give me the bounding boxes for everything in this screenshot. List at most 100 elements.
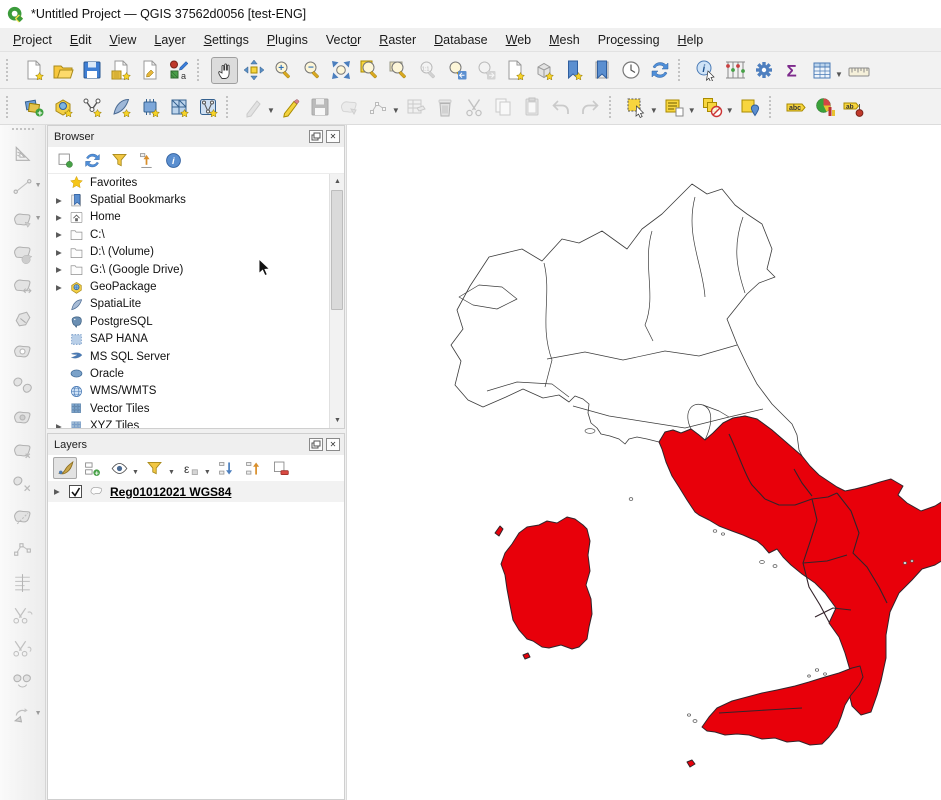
browser-scrollbar[interactable]: ▲ ▼ — [329, 174, 344, 428]
rotate-feature-button[interactable] — [8, 238, 38, 267]
zoom-next-button[interactable] — [472, 57, 499, 84]
new-scratch-layer-button[interactable] — [136, 93, 163, 120]
refresh-map-button[interactable] — [646, 57, 673, 84]
open-attribute-table-button[interactable] — [808, 57, 835, 84]
zoom-to-layer-button[interactable] — [385, 57, 412, 84]
filter-browser-button[interactable] — [107, 149, 131, 171]
add-part-button[interactable] — [8, 370, 38, 399]
paste-features-button[interactable] — [519, 93, 546, 120]
menu-database[interactable]: Database — [425, 30, 497, 50]
simplify-feature-button[interactable] — [8, 304, 38, 333]
split-features-button[interactable] — [8, 601, 38, 630]
measure-segment-button[interactable]: ▼ — [8, 172, 38, 201]
browser-item-spatialite[interactable]: SpatiaLite — [48, 296, 344, 313]
show-spatial-bookmarks-button[interactable] — [588, 57, 615, 84]
expand-arrow-icon[interactable]: ▶ — [56, 196, 69, 205]
data-source-manager-button[interactable]: + — [20, 93, 47, 120]
collapse-all-layers-button[interactable] — [242, 457, 266, 479]
select-features-by-value-button[interactable] — [661, 93, 688, 120]
deselect-features-dropdown-icon[interactable]: ▼ — [726, 106, 734, 115]
open-project-button[interactable] — [49, 57, 76, 84]
zoom-out-button[interactable]: − — [298, 57, 325, 84]
toolbar-drag-handle[interactable] — [12, 128, 34, 135]
menu-view[interactable]: View — [100, 30, 145, 50]
vertex-tool-button[interactable] — [365, 93, 392, 120]
menu-layer[interactable]: Layer — [145, 30, 194, 50]
browser-item-wms-wmts[interactable]: WMS/WMTS — [48, 383, 344, 400]
toggle-editing-button[interactable] — [278, 93, 305, 120]
copy-features-button[interactable] — [490, 93, 517, 120]
select-features-by-location-button[interactable] — [737, 93, 764, 120]
close-panel-icon[interactable]: ✕ — [326, 130, 340, 143]
toolbar-drag-handle[interactable] — [197, 59, 204, 81]
expand-arrow-icon[interactable]: ▶ — [56, 213, 69, 222]
merge-features-button[interactable] — [8, 667, 38, 696]
measure-segment-dropdown-icon[interactable]: ▼ — [35, 182, 42, 189]
zoom-to-selection-button[interactable] — [356, 57, 383, 84]
browser-item-d-volume[interactable]: ▶D:\ (Volume) — [48, 244, 344, 261]
expand-all-button[interactable] — [215, 457, 239, 479]
remove-layer-button[interactable] — [269, 457, 293, 479]
new-spatialite-layer-button[interactable] — [107, 93, 134, 120]
trim-extend-button[interactable] — [8, 568, 38, 597]
scroll-down-icon[interactable]: ▼ — [330, 413, 344, 428]
new-map-view-button[interactable] — [501, 57, 528, 84]
new-shapefile-layer-button[interactable] — [78, 93, 105, 120]
zoom-native-button[interactable]: 1:1 — [414, 57, 441, 84]
vertex-tool-alt-button[interactable] — [8, 535, 38, 564]
offset-feature-button[interactable] — [8, 271, 38, 300]
new-project-button[interactable] — [20, 57, 47, 84]
menu-web[interactable]: Web — [497, 30, 540, 50]
add-selected-layers-button[interactable] — [53, 149, 77, 171]
expand-arrow-icon[interactable]: ▶ — [56, 422, 69, 428]
menu-processing[interactable]: Processing — [589, 30, 669, 50]
pinned-labels-button[interactable]: ab — [841, 93, 868, 120]
statistical-summary-button[interactable]: Σ — [779, 57, 806, 84]
expand-arrow-icon[interactable]: ▶ — [56, 265, 69, 274]
multiedit-attributes-button[interactable] — [403, 93, 430, 120]
menu-edit[interactable]: Edit — [61, 30, 101, 50]
open-layer-styling-button[interactable] — [53, 457, 77, 479]
browser-item-ms-sql-server[interactable]: MS SQL Server — [48, 348, 344, 365]
zoom-in-button[interactable]: + — [269, 57, 296, 84]
browser-item-c[interactable]: ▶C:\ — [48, 226, 344, 243]
collapse-all-button[interactable] — [134, 149, 158, 171]
new-3d-map-view-button[interactable] — [530, 57, 557, 84]
rotate-symbols-dropdown-icon[interactable]: ▼ — [35, 710, 42, 717]
fill-ring-button[interactable] — [8, 403, 38, 432]
layer-row[interactable]: ▶Reg01012021 WGS84 — [48, 481, 344, 502]
new-mesh-layer-button[interactable] — [194, 93, 221, 120]
undo-button[interactable] — [548, 93, 575, 120]
scroll-up-icon[interactable]: ▲ — [330, 174, 344, 189]
filter-legend-dropdown-icon[interactable]: ▼ — [168, 469, 175, 476]
new-geopackage-layer-button[interactable] — [49, 93, 76, 120]
float-panel-icon[interactable] — [309, 130, 323, 143]
menu-raster[interactable]: Raster — [370, 30, 425, 50]
browser-item-sap-hana[interactable]: SAP HANA — [48, 331, 344, 348]
digitize-tool-dropdown-icon[interactable]: ▼ — [267, 106, 275, 115]
select-features-button[interactable] — [623, 93, 650, 120]
browser-item-xyz-tiles[interactable]: ▶XYZ Tiles — [48, 417, 344, 428]
add-ring-button[interactable] — [8, 337, 38, 366]
browser-item-g-google-drive[interactable]: ▶G:\ (Google Drive) — [48, 261, 344, 278]
toolbar-drag-handle[interactable] — [6, 59, 13, 81]
layer-diagram-options-button[interactable] — [812, 93, 839, 120]
manage-map-themes-button[interactable] — [107, 457, 131, 479]
refresh-browser-button[interactable] — [80, 149, 104, 171]
new-print-layout-button[interactable] — [107, 57, 134, 84]
split-parts-button[interactable] — [8, 634, 38, 663]
manage-map-themes-dropdown-icon[interactable]: ▼ — [132, 469, 139, 476]
field-calculator-button[interactable] — [721, 57, 748, 84]
layer-labeling-options-button[interactable]: abc — [783, 93, 810, 120]
toolbar-drag-handle[interactable] — [678, 59, 685, 81]
menu-vector[interactable]: Vector — [317, 30, 370, 50]
new-spatial-bookmark-button[interactable] — [559, 57, 586, 84]
deselect-features-button[interactable] — [699, 93, 726, 120]
measure-line-button[interactable] — [846, 57, 873, 84]
zoom-last-button[interactable] — [443, 57, 470, 84]
move-feature-button[interactable]: ▼ — [8, 205, 38, 234]
filter-by-expression-button[interactable]: ε — [179, 457, 203, 479]
processing-toolbox-button[interactable] — [750, 57, 777, 84]
menu-help[interactable]: Help — [669, 30, 713, 50]
menu-mesh[interactable]: Mesh — [540, 30, 589, 50]
